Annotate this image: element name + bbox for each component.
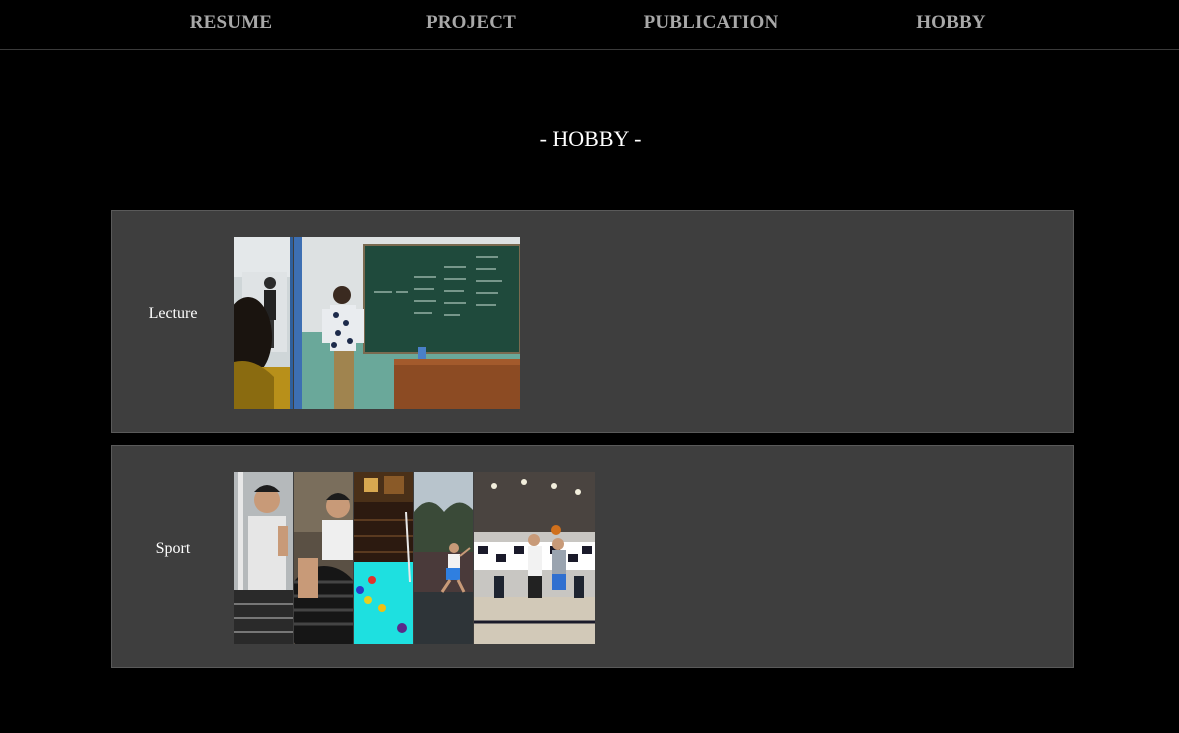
gym-tire-photo[interactable] (294, 472, 353, 644)
hobby-card-sport: Sport (111, 445, 1074, 668)
billiards-photo[interactable] (354, 472, 413, 644)
top-navbar: RESUME PROJECT PUBLICATION HOBBY (0, 0, 1179, 50)
nav-hobby-link[interactable]: HOBBY (851, 12, 1051, 34)
hobby-card-lecture: Lecture (111, 210, 1074, 433)
gym-selfie-photo[interactable] (234, 472, 293, 644)
lecture-chalkboard-photo[interactable] (294, 237, 520, 409)
hobby-label-sport: Sport (155, 540, 191, 557)
indoor-basketball-photo[interactable] (474, 472, 595, 644)
outdoor-basketball-photo[interactable] (414, 472, 473, 644)
page-title: - HOBBY - (539, 126, 642, 151)
classroom-audience-photo[interactable] (234, 237, 293, 409)
nav-project-link[interactable]: PROJECT (371, 12, 571, 34)
nav-resume-link[interactable]: RESUME (131, 12, 331, 34)
nav-publication-link[interactable]: PUBLICATION (611, 12, 811, 34)
hobby-label-lecture: Lecture (148, 305, 198, 322)
